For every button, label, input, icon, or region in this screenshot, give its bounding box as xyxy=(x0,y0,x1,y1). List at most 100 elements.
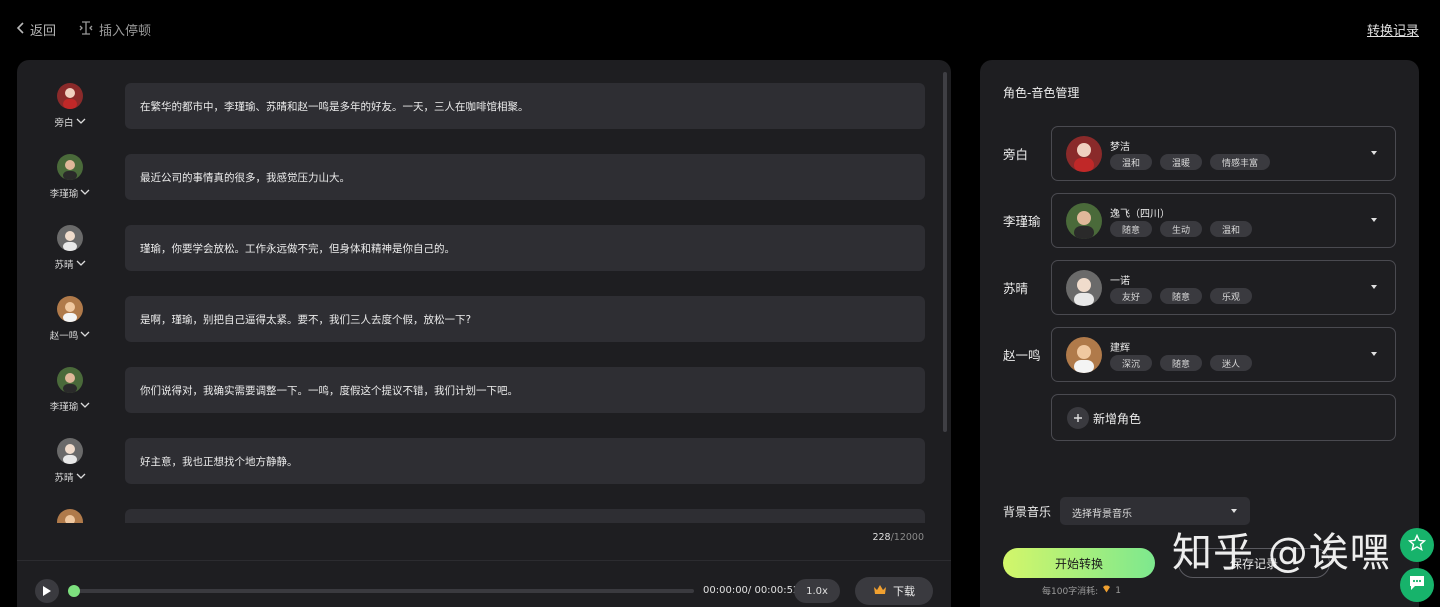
line-text-bubble[interactable]: 在繁华的都市中，李瑾瑜、苏晴和赵一鸣是多年的好友。一天，三人在咖啡馆相聚。 xyxy=(125,83,925,129)
insert-pause-label: 插入停顿 xyxy=(99,24,152,39)
script-line: 旁白 在繁华的都市中，李瑾瑜、苏晴和赵一鸣是多年的好友。一天，三人在咖啡馆相聚。 xyxy=(17,83,951,131)
bgm-select-value: 选择背景音乐 xyxy=(1072,509,1132,520)
start-conversion-button[interactable]: 开始转换 xyxy=(1003,548,1155,578)
voice-tag: 随意 xyxy=(1110,221,1153,237)
voice-tags: 深沉 随意 迷人 xyxy=(1110,355,1253,371)
speaker-selector[interactable]: 李瑾瑜 xyxy=(43,367,97,413)
voice-tag: 深沉 xyxy=(1110,355,1153,371)
back-button[interactable]: 返回 xyxy=(16,20,56,39)
speaker-name[interactable]: 李瑾瑜 xyxy=(50,399,91,413)
speaker-avatar xyxy=(57,296,83,322)
favorite-float-button[interactable] xyxy=(1400,528,1434,562)
speaker-name[interactable]: 苏晴 xyxy=(54,257,85,271)
progress-track[interactable] xyxy=(72,589,694,593)
speaker-name[interactable]: 赵一鸣 xyxy=(50,328,91,342)
speaker-selector[interactable]: 旁白 xyxy=(43,83,97,129)
cost-info: 每100字消耗: 1 xyxy=(1042,584,1121,597)
playback-time: 00:00:00/ 00:00:52 xyxy=(703,585,800,596)
play-button[interactable] xyxy=(35,579,59,603)
chevron-down-icon xyxy=(80,188,90,199)
voice-selector[interactable]: 梦洁 温和 温暖 情感丰富 xyxy=(1051,126,1396,181)
insert-pause-button[interactable]: 插入停顿 xyxy=(79,20,151,39)
panel-title: 角色-音色管理 xyxy=(1003,86,1080,100)
line-text-bubble[interactable]: 你们说得对，我确实需要调整一下。一鸣，度假这个提议不错，我们计划一下吧。 xyxy=(125,367,925,413)
voice-selector[interactable]: 建辉 深沉 随意 迷人 xyxy=(1051,327,1396,382)
voice-tag: 温和 xyxy=(1110,154,1153,170)
voice-avatar xyxy=(1066,203,1102,239)
line-text-bubble[interactable]: 是啊，瑾瑜，别把自己逼得太紧。要不，我们三人去度个假，放松一下? xyxy=(125,296,925,342)
voice-avatar xyxy=(1066,270,1102,306)
script-line: 李瑾瑜 你们说得对，我确实需要调整一下。一鸣，度假这个提议不错，我们计划一下吧。 xyxy=(17,367,951,415)
voice-name: 逸飞（四川） xyxy=(1110,209,1170,220)
scrollbar[interactable] xyxy=(943,72,947,432)
back-label: 返回 xyxy=(30,24,57,39)
line-text-bubble[interactable]: 瑾瑜，你要学会放松。工作永远做不完，但身体和精神是你自己的。 xyxy=(125,225,925,271)
chevron-down-icon xyxy=(76,259,86,270)
speaker-avatar xyxy=(57,438,83,464)
play-icon xyxy=(42,582,52,601)
character-counter: 228/12000 xyxy=(872,532,924,543)
voice-avatar xyxy=(1066,337,1102,373)
voice-tags: 随意 生动 温和 xyxy=(1110,221,1253,237)
watermark: 知乎 @诶嘿 xyxy=(1172,530,1391,576)
line-text-bubble[interactable]: 最近公司的事情真的很多，我感觉压力山大。 xyxy=(125,154,925,200)
script-line: 李瑾瑜 最近公司的事情真的很多，我感觉压力山大。 xyxy=(17,154,951,202)
role-row: 苏晴 一诺 友好 随意 乐观 xyxy=(980,260,1419,316)
chevron-down-icon xyxy=(80,401,90,412)
voice-tag: 温暖 xyxy=(1160,154,1203,170)
voice-selector[interactable]: 一诺 友好 随意 乐观 xyxy=(1051,260,1396,315)
line-text-bubble[interactable]: 好主意，我也正想找个地方静静。 xyxy=(125,438,925,484)
chevron-left-icon xyxy=(16,21,26,38)
role-name: 苏晴 xyxy=(1003,281,1029,296)
voice-tag: 乐观 xyxy=(1210,288,1253,304)
caret-down-icon xyxy=(1371,352,1377,356)
download-button[interactable]: 下载 xyxy=(855,577,933,605)
caret-down-icon xyxy=(1371,218,1377,222)
voice-tags: 温和 温暖 情感丰富 xyxy=(1110,154,1271,170)
role-name: 赵一鸣 xyxy=(1003,348,1041,363)
speaker-selector[interactable]: 苏晴 xyxy=(43,438,97,484)
audio-player: 00:00:00/ 00:00:52 1.0x 下载 xyxy=(17,573,951,607)
voice-tag: 友好 xyxy=(1110,288,1153,304)
download-label: 下载 xyxy=(893,585,915,598)
speed-button[interactable]: 1.0x xyxy=(794,579,840,603)
voice-tag: 情感丰富 xyxy=(1210,154,1271,170)
speaker-name[interactable]: 苏晴 xyxy=(54,470,85,484)
script-lines: 旁白 在繁华的都市中，李瑾瑜、苏晴和赵一鸣是多年的好友。一天，三人在咖啡馆相聚。… xyxy=(17,60,951,523)
line-text-bubble[interactable] xyxy=(125,509,925,523)
progress-knob[interactable] xyxy=(68,585,80,597)
script-line: 苏晴 瑾瑜，你要学会放松。工作永远做不完，但身体和精神是你自己的。 xyxy=(17,225,951,273)
chevron-down-icon xyxy=(76,117,86,128)
speaker-avatar xyxy=(57,509,83,523)
voice-tag: 随意 xyxy=(1160,355,1203,371)
script-line: 苏晴 好主意，我也正想找个地方静静。 xyxy=(17,438,951,486)
role-name: 李瑾瑜 xyxy=(1003,214,1041,229)
add-role-button[interactable]: 新增角色 xyxy=(1051,394,1396,441)
voice-tag: 迷人 xyxy=(1210,355,1253,371)
speaker-selector[interactable]: 李瑾瑜 xyxy=(43,154,97,200)
speaker-avatar xyxy=(57,225,83,251)
insert-pause-icon xyxy=(79,20,93,39)
voice-tag: 温和 xyxy=(1210,221,1253,237)
top-bar: 返回 插入停顿 转换记录 xyxy=(0,0,1440,60)
speaker-name[interactable]: 旁白 xyxy=(54,115,85,129)
history-link[interactable]: 转换记录 xyxy=(1367,20,1419,39)
chat-float-button[interactable] xyxy=(1400,568,1434,602)
voice-name: 梦洁 xyxy=(1110,142,1130,153)
caret-down-icon xyxy=(1231,509,1237,513)
speaker-avatar xyxy=(57,154,83,180)
speaker-selector[interactable]: 苏晴 xyxy=(43,225,97,271)
voice-selector[interactable]: 逸飞（四川） 随意 生动 温和 xyxy=(1051,193,1396,248)
speaker-selector[interactable] xyxy=(43,509,97,523)
script-panel: 旁白 在繁华的都市中，李瑾瑜、苏晴和赵一鸣是多年的好友。一天，三人在咖啡馆相聚。… xyxy=(17,60,951,607)
speaker-name[interactable]: 李瑾瑜 xyxy=(50,186,91,200)
bgm-label: 背景音乐 xyxy=(1003,505,1052,519)
add-role-label: 新增角色 xyxy=(1093,412,1142,426)
crown-icon xyxy=(873,584,887,598)
role-name: 旁白 xyxy=(1003,147,1029,162)
diamond-icon xyxy=(1102,585,1111,596)
script-line xyxy=(17,509,951,523)
speaker-avatar xyxy=(57,367,83,393)
speaker-selector[interactable]: 赵一鸣 xyxy=(43,296,97,342)
caret-down-icon xyxy=(1371,285,1377,289)
